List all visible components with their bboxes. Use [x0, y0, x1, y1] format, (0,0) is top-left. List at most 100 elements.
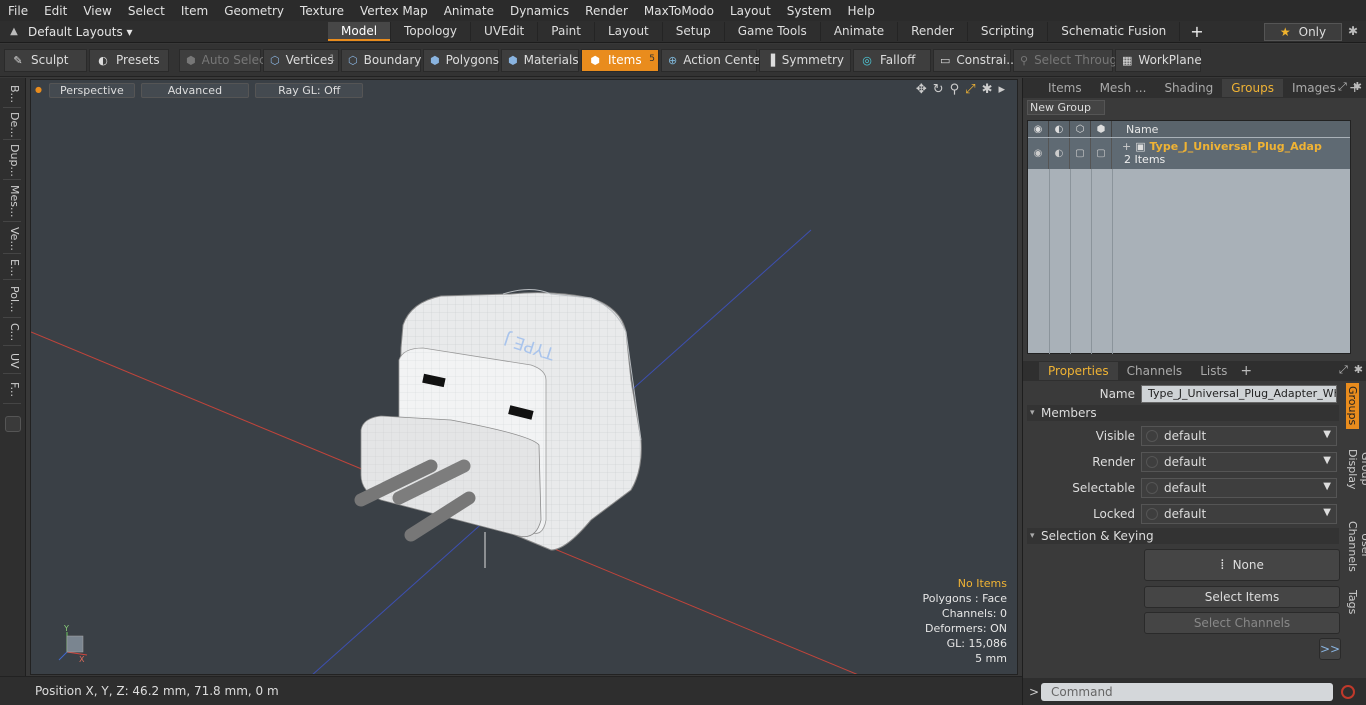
menu-layout[interactable]: Layout	[722, 4, 779, 18]
left-tab-fusion[interactable]: F...	[3, 376, 21, 404]
tab-schematic-fusion[interactable]: Schematic Fusion	[1048, 22, 1181, 41]
menu-animate[interactable]: Animate	[436, 4, 502, 18]
tab-images[interactable]: Images	[1283, 79, 1345, 97]
tab-paint[interactable]: Paint	[538, 22, 595, 41]
polygons-button[interactable]: ⬢ Polygons	[423, 48, 499, 72]
viewport-expand-icon[interactable]: ▸	[998, 82, 1005, 97]
menu-render[interactable]: Render	[577, 4, 636, 18]
workplane-button[interactable]: ▦ WorkPlane	[1115, 48, 1202, 72]
select-col-icon[interactable]: ⬡	[1070, 121, 1091, 137]
more-button[interactable]: >>	[1319, 638, 1341, 660]
tab-properties[interactable]: Properties	[1039, 362, 1118, 380]
left-tab-mesh[interactable]: Mes...	[3, 182, 21, 222]
left-collapse-button[interactable]	[5, 416, 21, 432]
menu-dynamics[interactable]: Dynamics	[502, 4, 577, 18]
tab-animate[interactable]: Animate	[821, 22, 899, 41]
add-tab-icon[interactable]: +	[1180, 22, 1213, 41]
panel-expand-icon[interactable]: ⤢	[1338, 80, 1347, 94]
visible-select[interactable]: default ▼	[1141, 426, 1337, 446]
tab-render[interactable]: Render	[898, 22, 968, 41]
plug-adapter-model[interactable]: TYPE J	[354, 289, 642, 569]
constraints-button[interactable]: ▭ Constrai...	[933, 48, 1018, 72]
gear-icon[interactable]: ✱	[1348, 24, 1358, 38]
tab-groups[interactable]: Groups	[1222, 79, 1283, 97]
left-tab-vertex[interactable]: Ve...	[3, 224, 21, 254]
3d-viewport[interactable]: TYPE J Y X ● Perspective Advanced Ray GL…	[30, 79, 1018, 675]
advanced-button[interactable]: Advanced	[140, 82, 250, 98]
row-eye-icon[interactable]: ◉	[1028, 138, 1049, 169]
props-expand-icon[interactable]: ⤢	[1339, 363, 1348, 377]
locked-select[interactable]: default ▼	[1141, 504, 1337, 524]
menu-view[interactable]: View	[75, 4, 119, 18]
side-tab-groups[interactable]: Groups	[1346, 383, 1359, 429]
new-group-button[interactable]: New Group	[1027, 100, 1105, 115]
auto-select-button[interactable]: ⬢ Auto Select	[179, 48, 270, 72]
row-select-checkbox[interactable]: ▢	[1070, 138, 1091, 169]
tab-scripting[interactable]: Scripting	[968, 22, 1049, 41]
panel-gear-icon[interactable]: ✱	[1353, 80, 1362, 94]
boundary-button[interactable]: ⬡ Boundary	[341, 48, 421, 72]
layout-expand-icon[interactable]: ▲	[0, 26, 28, 37]
tab-setup[interactable]: Setup	[663, 22, 725, 41]
tab-shading[interactable]: Shading	[1155, 79, 1222, 97]
members-section[interactable]: Members	[1027, 405, 1339, 421]
tab-game-tools[interactable]: Game Tools	[725, 22, 821, 41]
menu-item[interactable]: Item	[173, 4, 216, 18]
tab-layout[interactable]: Layout	[595, 22, 663, 41]
viewport-gear-icon[interactable]: ✱	[982, 82, 993, 97]
selection-keying-section[interactable]: Selection & Keying	[1027, 528, 1339, 544]
menu-edit[interactable]: Edit	[36, 4, 75, 18]
menu-help[interactable]: Help	[840, 4, 883, 18]
menu-vertex-map[interactable]: Vertex Map	[352, 4, 436, 18]
row-lock-checkbox[interactable]: ▢	[1091, 138, 1112, 169]
menu-maxtomodo[interactable]: MaxToModo	[636, 4, 722, 18]
none-button[interactable]: ⁞ None	[1144, 549, 1340, 581]
menu-system[interactable]: System	[779, 4, 840, 18]
left-tab-deform[interactable]: De...	[3, 110, 21, 140]
symmetry-button[interactable]: ▐ Symmetry	[759, 48, 851, 72]
tab-items[interactable]: Items	[1039, 79, 1091, 97]
command-input[interactable]: Command	[1041, 682, 1333, 701]
add-props-tab-icon[interactable]: +	[1236, 363, 1256, 379]
tab-uvedit[interactable]: UVEdit	[471, 22, 539, 41]
side-tab-tags[interactable]: Tags	[1346, 587, 1359, 617]
render-select[interactable]: default ▼	[1141, 452, 1337, 472]
record-icon[interactable]	[1341, 684, 1355, 699]
side-tab-user-channels[interactable]: User Channels	[1346, 509, 1366, 583]
menu-select[interactable]: Select	[120, 4, 173, 18]
layout-selector[interactable]: Default Layouts ▾	[28, 25, 328, 39]
lock-col-icon[interactable]: ⬢	[1091, 121, 1112, 137]
left-tab-duplicate[interactable]: Dup...	[3, 142, 21, 180]
select-channels-button[interactable]: Select Channels	[1144, 612, 1340, 634]
rotate-view-icon[interactable]: ↻	[933, 82, 944, 97]
menu-texture[interactable]: Texture	[292, 4, 352, 18]
menu-geometry[interactable]: Geometry	[216, 4, 292, 18]
left-tab-uv[interactable]: UV	[3, 348, 21, 374]
select-items-button[interactable]: Select Items	[1144, 586, 1340, 608]
render-col-icon[interactable]: ◐	[1049, 121, 1070, 137]
row-render-icon[interactable]: ◐	[1049, 138, 1070, 169]
tab-lists[interactable]: Lists	[1191, 362, 1236, 380]
left-tab-basic[interactable]: B...	[3, 82, 21, 108]
vertices-button[interactable]: ⬡ Vertices 1	[263, 48, 339, 72]
side-tab-group-display[interactable]: Group Display	[1346, 433, 1366, 505]
tab-topology[interactable]: Topology	[391, 22, 472, 41]
sculpt-button[interactable]: ✎ Sculpt	[4, 48, 87, 72]
presets-button[interactable]: ◐ Presets	[89, 48, 169, 72]
selectable-select[interactable]: default ▼	[1141, 478, 1337, 498]
select-through-button[interactable]: ⚲ Select Through	[1013, 48, 1125, 72]
props-gear-icon[interactable]: ✱	[1354, 363, 1363, 377]
falloff-button[interactable]: ◎ Falloff	[853, 48, 931, 72]
tab-channels[interactable]: Channels	[1118, 362, 1192, 380]
raygl-button[interactable]: Ray GL: Off	[255, 82, 364, 98]
tab-mesh[interactable]: Mesh ...	[1091, 79, 1156, 97]
visibility-col-icon[interactable]: ◉	[1028, 121, 1049, 137]
group-expand-icon[interactable]: +	[1122, 140, 1131, 153]
left-tab-edge[interactable]: E...	[3, 256, 21, 280]
menu-file[interactable]: File	[0, 4, 36, 18]
fit-view-icon[interactable]: ⤢	[965, 82, 975, 97]
perspective-button[interactable]: Perspective	[49, 82, 135, 98]
items-button[interactable]: ⬢ Items 5	[581, 48, 659, 72]
move-view-icon[interactable]: ✥	[916, 82, 927, 97]
left-tab-curve[interactable]: C...	[3, 320, 21, 346]
